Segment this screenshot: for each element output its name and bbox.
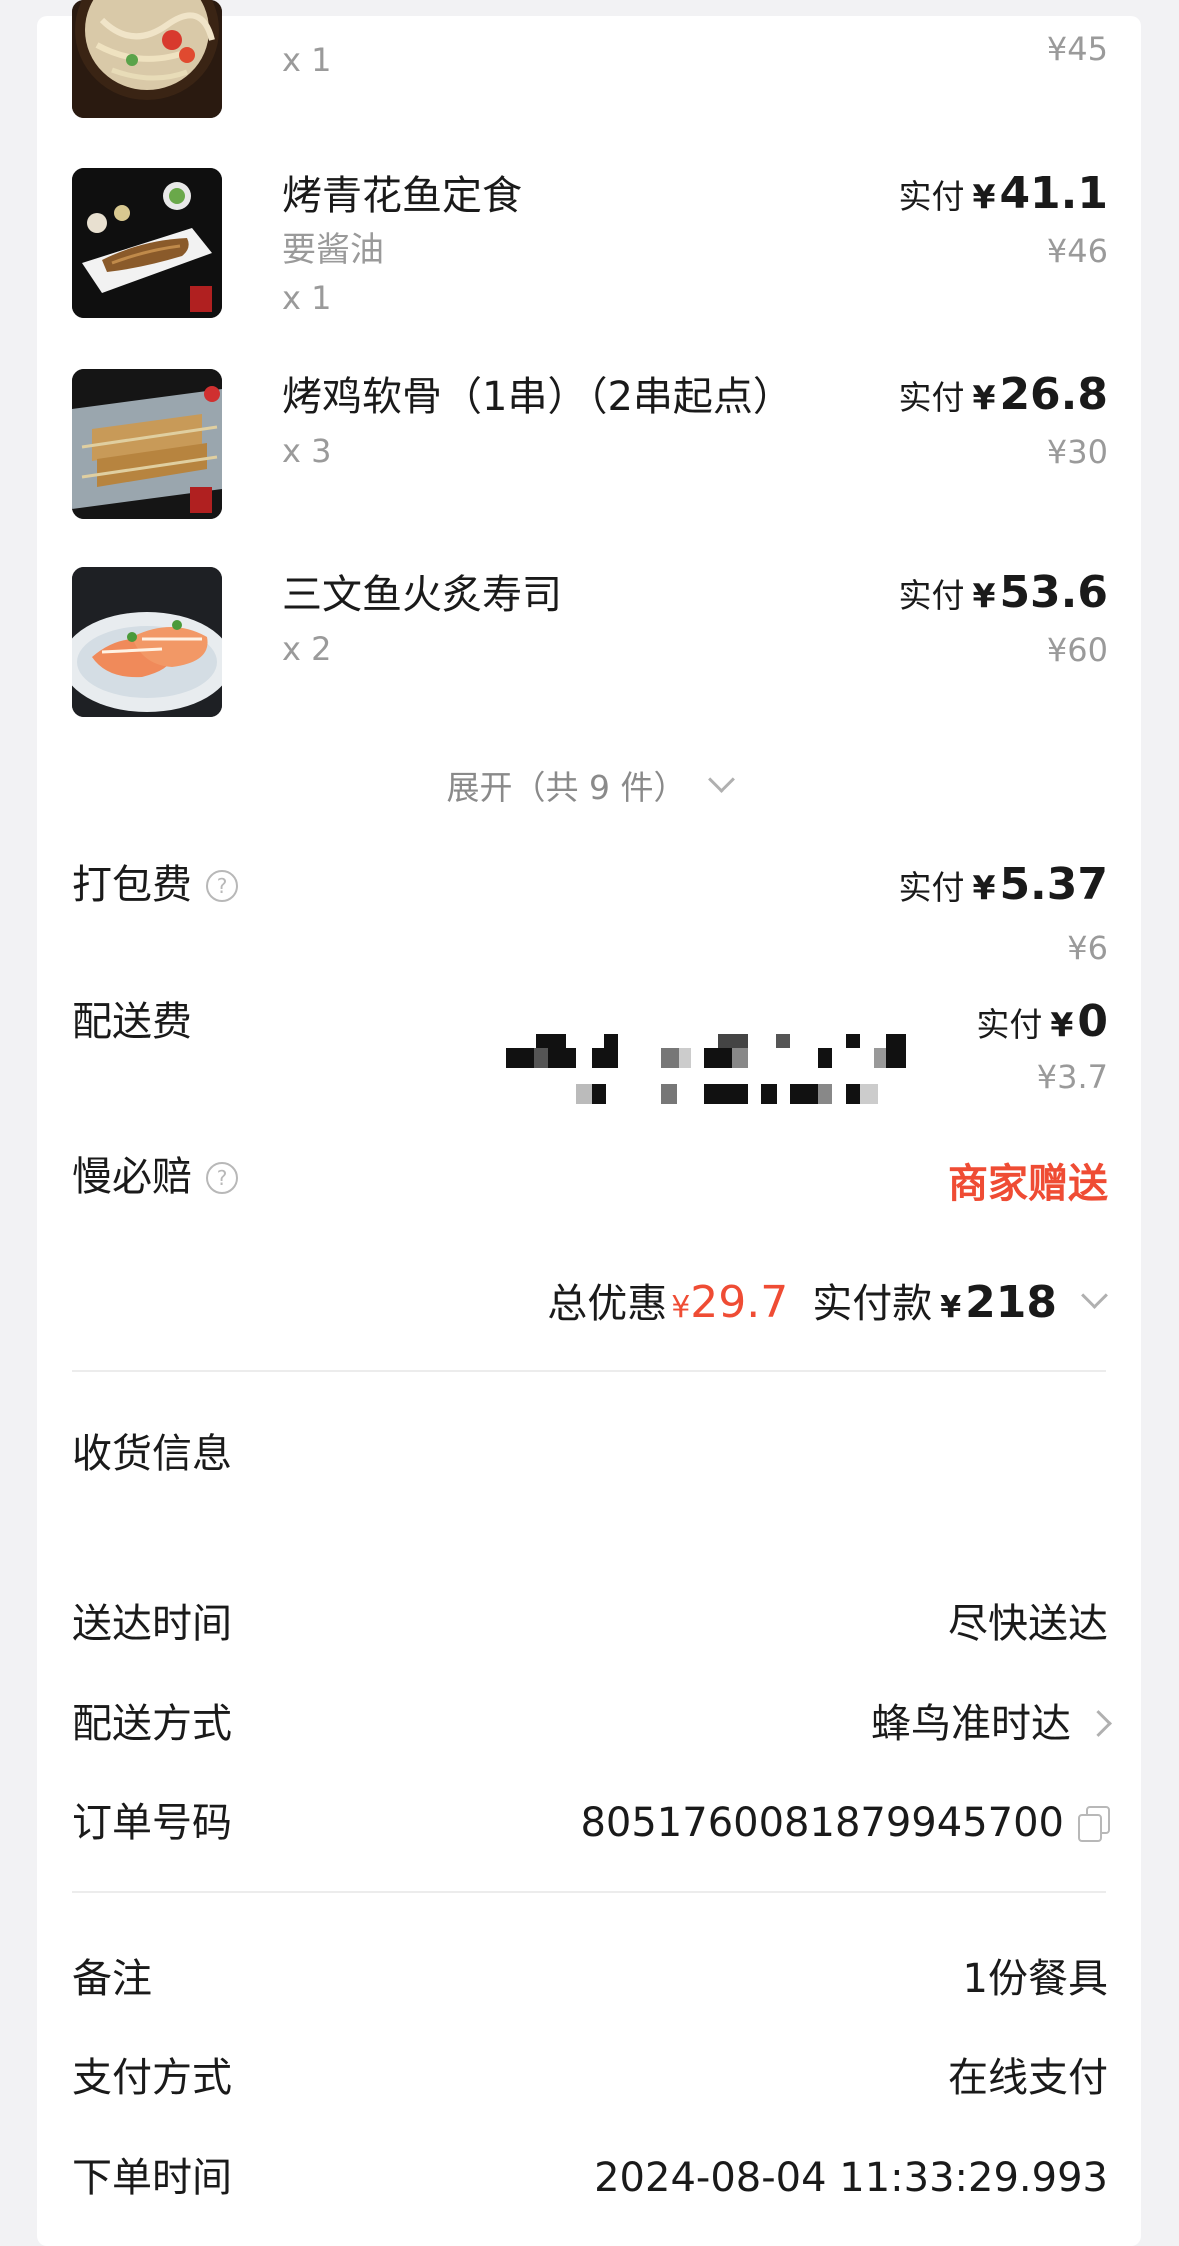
food-thumbnail-grilled-mackerel — [72, 168, 222, 318]
order-time-label: 下单时间 — [72, 2155, 232, 2201]
yen-symbol: ¥ — [972, 177, 996, 216]
chevron-down-icon — [708, 766, 736, 793]
item-original-price: ¥60 — [1046, 631, 1108, 669]
item-name: 烤青花鱼定食 — [282, 173, 522, 219]
redacted-address — [506, 1026, 1106, 1126]
paid-total-yen: ¥ — [940, 1290, 962, 1325]
delivery-method-label: 配送方式 — [72, 1701, 232, 1747]
packing-fee-paid: 实付 ¥5.37 — [898, 859, 1108, 910]
delivery-time-row: 送达时间 尽快送达 — [72, 1596, 1108, 1652]
late-compensation-row: 慢必赔? 商家赠送 — [72, 1151, 1108, 1207]
order-number-row: 订单号码 8051760081879945700 — [72, 1795, 1110, 1851]
item-paid-price: 实付 ¥53.6 — [898, 567, 1108, 618]
payment-method-row: 支付方式 在线支付 — [72, 2050, 1108, 2106]
remark-row: 备注 1份餐具 — [72, 1951, 1108, 2007]
item-quantity: x 3 — [282, 432, 332, 470]
remark-value: 1份餐具 — [962, 1956, 1108, 2002]
item-name: 三文鱼火炙寿司 — [282, 572, 562, 618]
order-total-summary[interactable]: 总优惠 ¥29.7 实付款 ¥218 — [547, 1271, 1108, 1329]
item-quantity: x 1 — [282, 41, 332, 79]
help-circle-icon[interactable]: ? — [206, 1162, 238, 1194]
chevron-right-icon — [1085, 1710, 1112, 1737]
order-time-value: 2024-08-04 11:33:29.993 — [594, 2155, 1108, 2201]
paid-amount: 26.8 — [999, 369, 1108, 420]
expand-items-button[interactable]: 展开（共 9 件） — [37, 761, 1141, 809]
help-circle-icon[interactable]: ? — [206, 870, 238, 902]
yen-symbol: ¥ — [972, 868, 996, 907]
address-label: 收货信息 — [72, 1431, 232, 1477]
order-item: 三文鱼火炙寿司 x 2 实付 ¥53.6 ¥60 — [72, 567, 1108, 719]
packing-fee-label: 打包费? — [72, 859, 238, 911]
discount-label: 总优惠 — [547, 1281, 668, 1327]
order-number-text: 8051760081879945700 — [580, 1800, 1064, 1846]
paid-total-label: 实付款 — [812, 1281, 933, 1327]
food-thumbnail-noodles — [72, 0, 222, 118]
paid-prefix: 实付 — [898, 576, 965, 615]
paid-amount: 41.1 — [999, 168, 1108, 219]
payment-method-value: 在线支付 — [948, 2055, 1108, 2101]
paid-prefix: 实付 — [898, 177, 965, 216]
order-item: 烤鸡软骨（1串）（2串起点） x 3 实付 ¥26.8 ¥30 — [72, 369, 1108, 521]
yen-symbol: ¥ — [972, 378, 996, 417]
fee-label-text: 打包费 — [72, 862, 192, 908]
copy-icon[interactable] — [1078, 1806, 1110, 1842]
remark-label: 备注 — [72, 1956, 152, 2002]
item-paid-price: 实付 ¥41.1 — [898, 168, 1108, 219]
discount-value: 29.7 — [690, 1277, 789, 1328]
paid-amount: 5.37 — [999, 859, 1108, 910]
order-number-value: 8051760081879945700 — [580, 1795, 1110, 1851]
paid-total-value: 218 — [965, 1277, 1057, 1328]
item-quantity: x 2 — [282, 630, 332, 668]
paid-prefix: 实付 — [898, 868, 965, 907]
packing-fee-row: 打包费? 实付 ¥5.37 ¥6 — [72, 859, 1108, 969]
item-note: 要酱油 — [282, 230, 384, 270]
delivery-time-label: 送达时间 — [72, 1601, 232, 1647]
delivery-fee-label: 配送费 — [72, 999, 192, 1045]
item-name: 烤鸡软骨（1串）（2串起点） — [282, 374, 793, 420]
discount-yen: ¥ — [671, 1290, 691, 1325]
order-detail-card: x 1 ¥45 烤青花鱼定食 要酱油 x 1 实付 ¥41.1 ¥46 烤鸡软骨… — [37, 0, 1141, 2246]
yen-symbol: ¥ — [972, 576, 996, 615]
food-thumbnail-salmon-sushi — [72, 567, 222, 717]
address-row: 收货信息 — [72, 1426, 1108, 1482]
order-time-row: 下单时间 2024-08-04 11:33:29.993 — [72, 2150, 1108, 2206]
delivery-method-row[interactable]: 配送方式 蜂鸟准时达 — [72, 1696, 1112, 1752]
delivery-time-value: 尽快送达 — [948, 1601, 1108, 1647]
packing-fee-original: ¥6 — [1067, 929, 1108, 967]
item-quantity: x 1 — [282, 279, 332, 317]
order-item: 烤青花鱼定食 要酱油 x 1 实付 ¥41.1 ¥46 — [72, 168, 1108, 320]
expand-label: 展开（共 9 件） — [446, 768, 687, 807]
payment-method-label: 支付方式 — [72, 2055, 232, 2101]
order-number-label: 订单号码 — [72, 1800, 232, 1846]
late-compensation-label: 慢必赔? — [72, 1151, 238, 1203]
divider — [72, 1370, 1106, 1372]
order-item: x 1 ¥45 — [72, 0, 1108, 152]
item-original-price: ¥46 — [1046, 232, 1108, 270]
item-paid-price: 实付 ¥26.8 — [898, 369, 1108, 420]
divider — [72, 1891, 1106, 1893]
food-thumbnail-chicken-skewer — [72, 369, 222, 519]
paid-amount: 53.6 — [999, 567, 1108, 618]
paid-prefix: 实付 — [898, 378, 965, 417]
delivery-method-value[interactable]: 蜂鸟准时达 — [871, 1696, 1112, 1752]
merchant-gift-value: 商家赠送 — [948, 1161, 1108, 1207]
delivery-method-text: 蜂鸟准时达 — [871, 1701, 1071, 1747]
fee-label-text: 慢必赔 — [72, 1154, 192, 1200]
item-original-price: ¥30 — [1046, 433, 1108, 471]
item-original-price: ¥45 — [1046, 30, 1108, 68]
chevron-down-icon[interactable] — [1081, 1282, 1108, 1309]
